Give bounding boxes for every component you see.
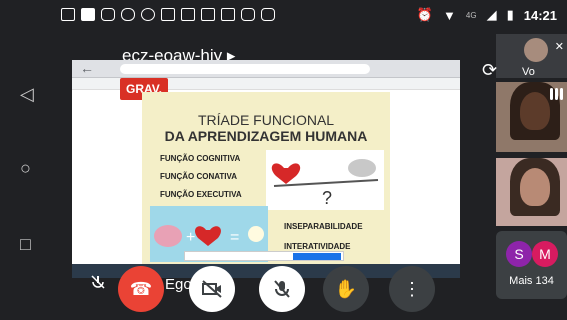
back-icon[interactable]: ◁ <box>20 84 34 105</box>
toast-button <box>293 253 341 260</box>
calendar-icon <box>221 8 235 21</box>
raise-hand-button[interactable]: ✋ <box>323 266 369 312</box>
participant-avatar-s: S <box>506 241 532 267</box>
status-bar: ⏰ ▼ 4G ◢ ▮ 14:21 <box>45 0 567 30</box>
more-vert-icon: ⋮ <box>403 278 421 299</box>
alarm-icon: ⏰ <box>416 7 434 22</box>
network-type: 4G <box>465 10 477 20</box>
microphone-toggle-button[interactable] <box>259 266 305 312</box>
participant-tile[interactable] <box>496 82 567 152</box>
battery-icon: ▮ <box>506 7 514 22</box>
slide-keyword-2: INTERATIVIDADE <box>284 242 351 251</box>
slide-scale-illustration: ? <box>266 150 384 210</box>
more-options-button[interactable]: ⋮ <box>389 266 435 312</box>
participant-avatar-m: M <box>532 241 558 267</box>
browser-toolbar: ← <box>72 60 460 78</box>
participant-tile[interactable] <box>496 158 567 226</box>
slide-function-2: FUNÇÃO CONATIVA <box>160 172 238 181</box>
mic-off-icon <box>274 280 290 298</box>
self-label: Vo <box>522 66 535 78</box>
slide-title-line2: DA APRENDIZAGEM HUMANA <box>164 128 368 144</box>
switch-camera-icon[interactable]: ⟳ <box>482 60 497 81</box>
svg-text:+: + <box>186 229 195 246</box>
image-icon <box>181 8 195 21</box>
signal-icon: ◢ <box>486 7 497 22</box>
browser-back-icon: ← <box>80 60 94 76</box>
shared-screen: ← GRAV. TRÍADE FUNCIONAL DA APRENDIZAGEM… <box>72 60 460 278</box>
end-call-button[interactable]: ☎ <box>118 266 164 312</box>
heart-brain-scale-icon: ? <box>271 159 379 208</box>
instagram-icon <box>101 8 115 21</box>
wifi-icon: ▼ <box>443 7 456 23</box>
signal-chart-icon <box>201 8 215 21</box>
keyboard-icon <box>161 8 175 21</box>
self-avatar <box>524 38 548 62</box>
more-participants-panel[interactable]: S M Mais 134 <box>496 231 567 299</box>
android-nav-bar: ◁ ○ □ <box>0 0 62 320</box>
camera-off-icon <box>202 280 222 298</box>
participant-face <box>520 168 550 206</box>
svg-text:=: = <box>230 229 239 246</box>
home-icon[interactable]: ○ <box>20 158 31 179</box>
message-icon <box>241 8 255 21</box>
camera-toggle-button[interactable] <box>189 266 235 312</box>
screen-share-toast <box>184 251 344 261</box>
speaking-indicator-icon <box>550 88 563 100</box>
system-icons: ⏰ ▼ 4G ◢ ▮ 14:21 <box>417 7 557 23</box>
presenter-mic-off-icon <box>91 275 105 289</box>
participant-face <box>520 92 550 130</box>
youtube-icon <box>81 8 95 21</box>
chat-icon <box>141 8 155 21</box>
hand-icon: ✋ <box>334 278 358 299</box>
slide-keyword-1: INSEPARABILIDADE <box>284 222 363 231</box>
cast-icon <box>61 8 75 21</box>
slide-title-line1: TRÍADE FUNCIONAL <box>197 112 335 128</box>
self-mic-off-icon: ✕ <box>554 41 564 53</box>
slide-function-3: FUNÇÃO EXECUTIVA <box>160 190 242 199</box>
voicemail-icon <box>121 8 135 21</box>
meet-screen: ◁ ○ □ ⏰ ▼ 4G ◢ ▮ 14:21 ecz-eoaw-hiy ▸ ← … <box>0 0 567 320</box>
slide: TRÍADE FUNCIONAL DA APRENDIZAGEM HUMANA … <box>142 92 390 268</box>
message-icon-2 <box>261 8 275 21</box>
svg-text:?: ? <box>322 188 332 208</box>
slide-function-1: FUNÇÃO COGNITIVA <box>160 154 241 163</box>
phone-hangup-icon: ☎ <box>129 278 153 299</box>
more-participants-count: Mais 134 <box>509 275 554 287</box>
browser-url-bar <box>120 64 370 74</box>
notification-icons <box>61 8 275 21</box>
recents-icon[interactable]: □ <box>20 234 31 255</box>
status-time: 14:21 <box>523 7 557 23</box>
